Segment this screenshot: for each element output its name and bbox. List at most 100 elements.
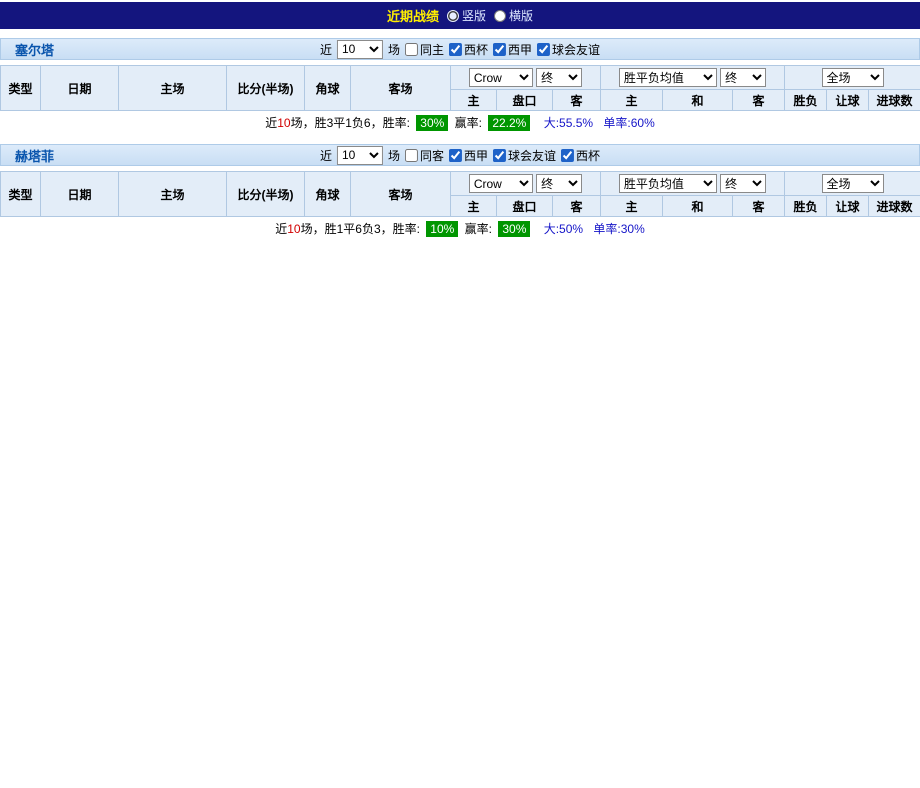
odds-time-select[interactable]: 终	[536, 68, 582, 87]
subcol-odds-home: 主	[451, 196, 497, 217]
summary-record: 场，胜1平6负3，胜率:	[301, 222, 424, 236]
topbar: 近期战绩 竖版 横版	[0, 2, 920, 29]
filter-laliga[interactable]: 西甲	[493, 41, 532, 58]
odds-company-select[interactable]: Crow	[469, 174, 533, 193]
summary-prefix: 近	[265, 116, 277, 130]
subcol-avg-win: 主	[601, 90, 663, 111]
handicap-rate-badge: 30%	[498, 221, 530, 237]
odds-group-header: Crow 终	[451, 172, 601, 196]
col-corners: 角球	[305, 172, 351, 217]
odds-company-select[interactable]: Crow	[469, 68, 533, 87]
odds-group-header: Crow 终	[451, 66, 601, 90]
big-rate: 大:55.5%	[544, 116, 593, 130]
filter-same-home[interactable]: 同主	[405, 41, 444, 58]
filter-copa[interactable]: 西杯	[449, 41, 488, 58]
filter-copa-checkbox[interactable]	[561, 149, 574, 162]
summary-count: 10	[287, 222, 300, 236]
subcol-avg-loss: 客	[733, 196, 785, 217]
filter-copa-checkbox[interactable]	[449, 43, 462, 56]
team-header-bar: 塞尔塔 近 10 场 同主 西杯 西甲 球会友谊	[0, 38, 920, 60]
subcol-goals: 进球数	[869, 90, 920, 111]
layout-horizontal-option[interactable]: 横版	[494, 7, 533, 24]
filter-friendly[interactable]: 球会友谊	[537, 41, 600, 58]
scope-select[interactable]: 全场	[822, 174, 884, 193]
col-home: 主场	[119, 172, 227, 217]
win-rate-badge: 10%	[426, 221, 458, 237]
col-score: 比分(半场)	[227, 172, 305, 217]
col-away: 客场	[351, 66, 451, 111]
summary-count: 10	[277, 116, 290, 130]
filter-same-away-checkbox[interactable]	[405, 149, 418, 162]
subcol-wdl: 胜负	[785, 90, 827, 111]
summary-line: 近10场，胜3平1负6，胜率: 30% 赢率: 22.2% 大:55.5% 单率…	[0, 111, 920, 135]
avg-type-select[interactable]: 胜平负均值	[619, 174, 717, 193]
team-header-bar: 赫塔菲 近 10 场 同客 西甲 球会友谊 西杯	[0, 144, 920, 166]
matches-table: 类型 日期 主场 比分(半场) 角球 客场 Crow 终 胜平负均值 终 全场	[0, 171, 920, 217]
subcol-avg-draw: 和	[663, 90, 733, 111]
col-type: 类型	[1, 172, 41, 217]
scope-group-header: 全场	[785, 66, 920, 90]
games-label: 场	[388, 41, 400, 58]
subcol-handicap: 让球	[827, 196, 869, 217]
near-label: 近	[320, 41, 332, 58]
layout-vertical-radio[interactable]	[447, 10, 459, 22]
col-score: 比分(半场)	[227, 66, 305, 111]
page-title: 近期战绩	[387, 6, 439, 25]
avg-type-select[interactable]: 胜平负均值	[619, 68, 717, 87]
filter-laliga-checkbox[interactable]	[493, 43, 506, 56]
odds-time-select[interactable]: 终	[536, 174, 582, 193]
summary-record: 场，胜3平1负6，胜率:	[291, 116, 414, 130]
filter-same-away[interactable]: 同客	[405, 147, 444, 164]
layout-vertical-option[interactable]: 竖版	[447, 7, 486, 24]
col-home: 主场	[119, 66, 227, 111]
section-getafe: 赫塔菲 近 10 场 同客 西甲 球会友谊 西杯	[0, 144, 920, 241]
filter-same-home-checkbox[interactable]	[405, 43, 418, 56]
single-rate: 单率:60%	[603, 116, 654, 130]
single-rate: 单率:30%	[593, 222, 644, 236]
layout-horizontal-radio[interactable]	[494, 10, 506, 22]
subcol-avg-win: 主	[601, 196, 663, 217]
subcol-wdl: 胜负	[785, 196, 827, 217]
filter-laliga-checkbox[interactable]	[449, 149, 462, 162]
handicap-rate-label: 赢率:	[465, 222, 496, 236]
subcol-odds-line: 盘口	[497, 196, 553, 217]
filter-controls: 近 10 场 同客 西甲 球会友谊 西杯	[320, 146, 600, 165]
avg-time-select[interactable]: 终	[720, 174, 766, 193]
filter-friendly[interactable]: 球会友谊	[493, 147, 556, 164]
section-celta: 塞尔塔 近 10 场 同主 西杯 西甲 球会友谊	[0, 38, 920, 135]
col-away: 客场	[351, 172, 451, 217]
filter-controls: 近 10 场 同主 西杯 西甲 球会友谊	[320, 40, 600, 59]
subcol-odds-away: 客	[553, 196, 601, 217]
filter-friendly-checkbox[interactable]	[493, 149, 506, 162]
big-rate: 大:50%	[544, 222, 583, 236]
match-count-select[interactable]: 10	[337, 40, 383, 59]
handicap-rate-badge: 22.2%	[488, 115, 530, 131]
layout-horizontal-label: 横版	[509, 7, 533, 24]
layout-vertical-label: 竖版	[462, 7, 486, 24]
avg-time-select[interactable]: 终	[720, 68, 766, 87]
summary-line: 近10场，胜1平6负3，胜率: 10% 赢率: 30% 大:50% 单率:30%	[0, 217, 920, 241]
filter-friendly-checkbox[interactable]	[537, 43, 550, 56]
avg-group-header: 胜平负均值 终	[601, 66, 785, 90]
subcol-handicap: 让球	[827, 90, 869, 111]
filter-copa[interactable]: 西杯	[561, 147, 600, 164]
col-date: 日期	[41, 66, 119, 111]
subcol-odds-home: 主	[451, 90, 497, 111]
subcol-avg-draw: 和	[663, 196, 733, 217]
win-rate-badge: 30%	[416, 115, 448, 131]
col-date: 日期	[41, 172, 119, 217]
match-count-select[interactable]: 10	[337, 146, 383, 165]
subcol-odds-line: 盘口	[497, 90, 553, 111]
subcol-avg-loss: 客	[733, 90, 785, 111]
matches-table: 类型 日期 主场 比分(半场) 角球 客场 Crow 终 胜平负均值 终 全场	[0, 65, 920, 111]
filter-laliga[interactable]: 西甲	[449, 147, 488, 164]
col-type: 类型	[1, 66, 41, 111]
avg-group-header: 胜平负均值 终	[601, 172, 785, 196]
scope-select[interactable]: 全场	[822, 68, 884, 87]
games-label: 场	[388, 147, 400, 164]
team-name: 赫塔菲	[15, 146, 54, 165]
summary-prefix: 近	[275, 222, 287, 236]
subcol-goals: 进球数	[869, 196, 920, 217]
subcol-odds-away: 客	[553, 90, 601, 111]
col-corners: 角球	[305, 66, 351, 111]
